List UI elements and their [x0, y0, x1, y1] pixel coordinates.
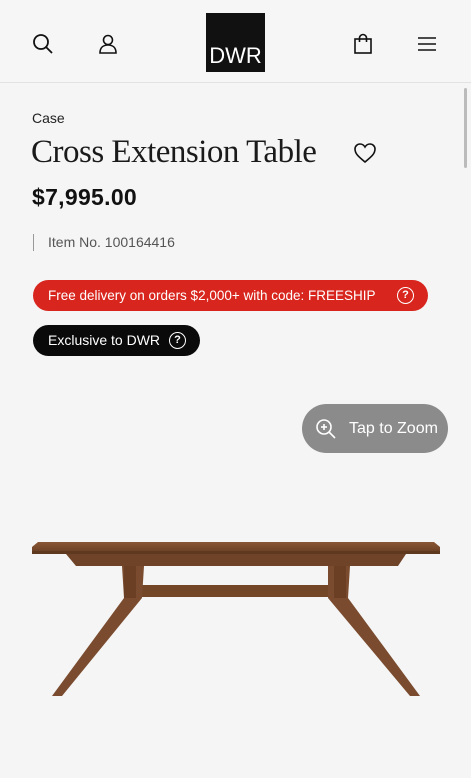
free-delivery-banner[interactable]: Free delivery on orders $2,000+ with cod… — [33, 280, 428, 311]
exclusive-badge[interactable]: Exclusive to DWR ? — [33, 325, 200, 356]
exclusive-text: Exclusive to DWR — [48, 332, 161, 348]
promo-text: Free delivery on orders $2,000+ with cod… — [48, 288, 376, 303]
product-price: $7,995.00 — [32, 184, 138, 210]
user-icon[interactable] — [94, 30, 122, 58]
tap-to-zoom-button[interactable]: Tap to Zoom — [302, 404, 448, 453]
shopping-bag-icon[interactable] — [349, 30, 377, 58]
header: DWR — [0, 0, 471, 83]
zoom-label: Tap to Zoom — [349, 419, 438, 437]
logo-text: DWR — [209, 43, 262, 68]
heart-icon[interactable] — [353, 142, 377, 164]
search-icon[interactable] — [29, 30, 57, 58]
scrollbar[interactable] — [464, 88, 467, 168]
product-brand[interactable]: Case — [32, 110, 65, 126]
dwr-logo[interactable]: DWR — [206, 13, 265, 72]
product-image-table[interactable] — [32, 538, 440, 700]
menu-icon[interactable] — [413, 30, 441, 58]
product-title: Cross Extension Table — [31, 134, 317, 170]
item-number: Item No. 100164416 — [33, 234, 175, 251]
help-icon[interactable]: ? — [169, 332, 186, 349]
zoom-in-icon — [316, 418, 336, 439]
help-icon[interactable]: ? — [397, 287, 414, 304]
